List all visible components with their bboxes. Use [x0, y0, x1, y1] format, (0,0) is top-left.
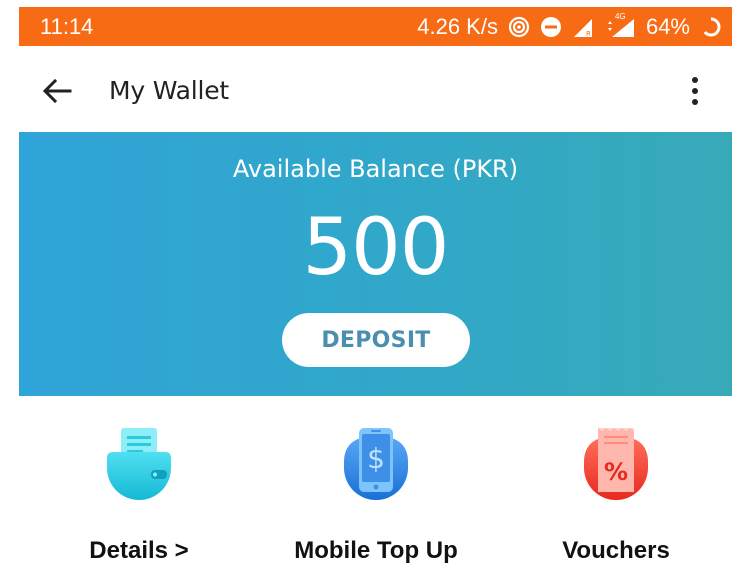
battery-percent: 64% — [645, 13, 690, 39]
more-vert-dot — [692, 88, 698, 94]
hotspot-icon — [508, 16, 530, 38]
network-speed: 4.26 K/s — [417, 13, 498, 39]
more-options-button[interactable] — [683, 74, 707, 108]
svg-text:$: $ — [367, 442, 385, 475]
app-bar: My Wallet — [19, 46, 732, 132]
status-indicators: 4.26 K/s R 4G 64% — [417, 12, 722, 40]
mobile-topup-label: Mobile Top Up — [294, 537, 458, 563]
voucher-icon: % — [580, 422, 652, 502]
page-title: My Wallet — [109, 76, 230, 105]
mobile-topup-icon: $ — [340, 422, 412, 502]
back-arrow-icon — [42, 78, 72, 104]
wallet-details-icon — [103, 422, 175, 502]
deposit-button[interactable]: DEPOSIT — [282, 313, 470, 367]
dnd-icon — [540, 16, 562, 38]
more-vert-dot — [692, 99, 698, 105]
status-bar: 11:14 4.26 K/s R 4G 64% — [19, 7, 732, 46]
balance-label: Available Balance (PKR) — [232, 155, 519, 183]
svg-text:R: R — [586, 30, 591, 38]
network-type-label: 4G — [614, 11, 626, 21]
more-vert-icon — [692, 77, 698, 83]
status-time: 11:14 — [40, 13, 94, 39]
vouchers-label: Vouchers — [562, 537, 670, 563]
balance-card: Available Balance (PKR) 500 DEPOSIT — [19, 132, 732, 396]
details-shortcut[interactable]: Details > — [19, 422, 259, 563]
wallet-screen: 11:14 4.26 K/s R 4G 64% My Wallet Availa… — [19, 7, 732, 563]
signal-4g-icon: 4G — [606, 12, 636, 38]
balance-amount: 500 — [302, 203, 450, 293]
details-label: Details > — [89, 537, 189, 563]
svg-text:%: % — [604, 458, 628, 486]
mobile-topup-shortcut[interactable]: $ Mobile Top Up — [256, 422, 496, 563]
vouchers-shortcut[interactable]: % Vouchers — [496, 422, 732, 563]
back-button[interactable] — [40, 74, 74, 108]
battery-icon — [700, 16, 722, 38]
signal-icon: R — [572, 16, 596, 38]
